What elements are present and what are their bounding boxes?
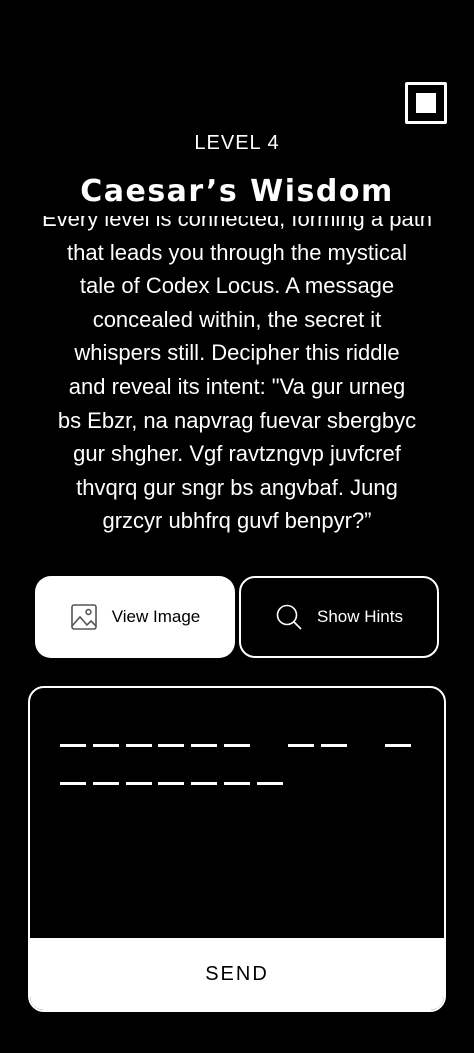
answer-input-box[interactable]: SEND [28,686,446,1012]
letter-slot [60,744,86,747]
letter-slot [125,744,152,747]
puzzle-story: Every level is connected, forming a path… [41,216,433,534]
letter-slot [158,744,185,747]
letter-slot [224,782,250,785]
letter-slot [92,744,119,747]
view-image-button[interactable]: View Image [35,576,235,658]
letter-slot [125,782,152,785]
stop-button[interactable] [405,82,447,124]
letter-slot [256,782,283,785]
stop-icon [416,93,436,113]
letter-slot [191,744,218,747]
image-icon [70,604,97,630]
letter-slot [320,744,347,747]
puzzle-title: Caesar’s Wisdom [80,174,394,209]
letter-slot [92,782,119,785]
letter-slot [60,782,86,785]
letter-slot [288,744,314,747]
search-icon [276,604,302,630]
level-label: LEVEL 4 [194,132,280,154]
show-hints-button[interactable]: Show Hints [239,576,439,658]
view-image-label: View Image [111,607,201,626]
letter-slot [158,782,185,785]
letter-slot [191,782,218,785]
story-scroll-area[interactable]: Every level is connected, forming a path… [20,216,454,550]
send-button[interactable]: SEND [30,938,444,1010]
show-hints-label: Show Hints [317,607,403,626]
letter-slot [384,744,411,747]
letter-slot [224,744,250,747]
